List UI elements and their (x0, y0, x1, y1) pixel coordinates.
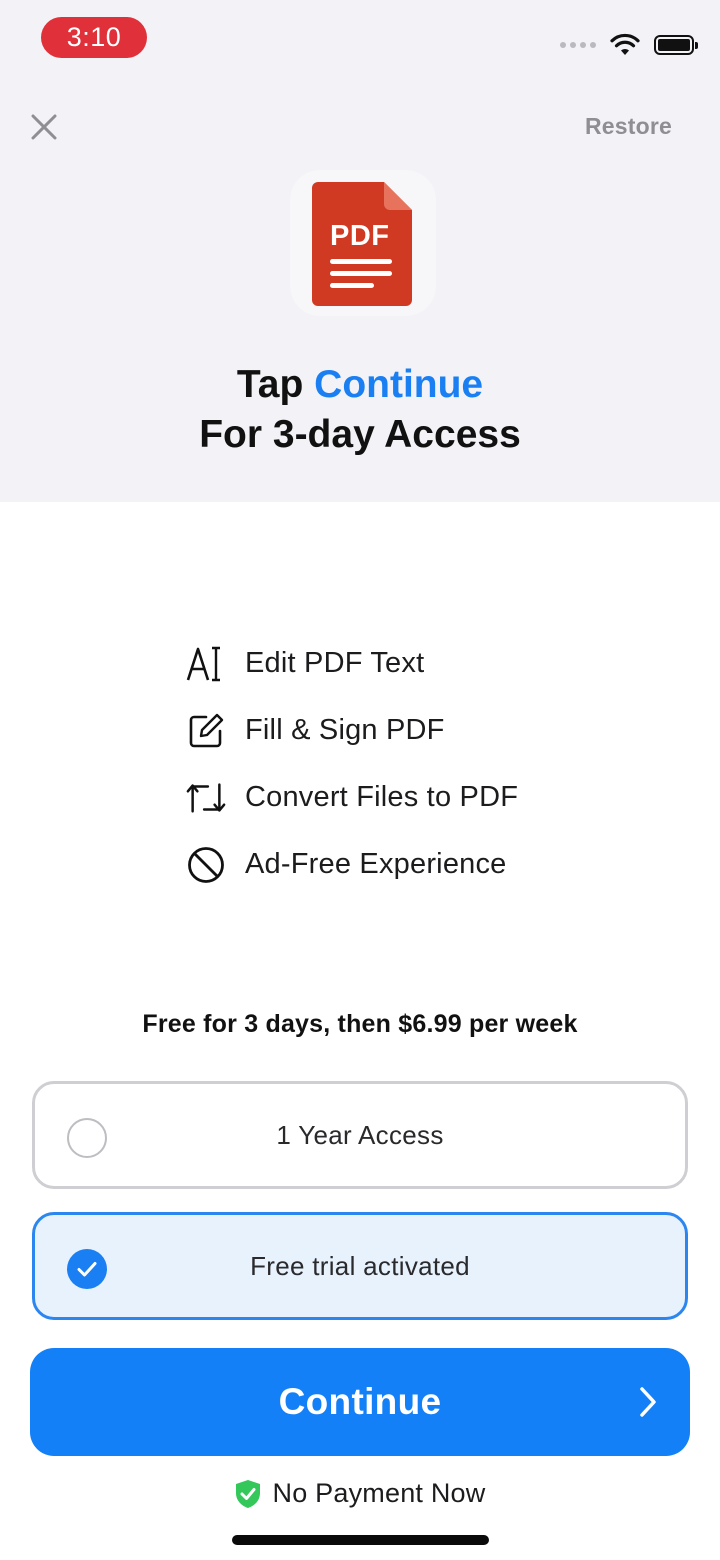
restore-button[interactable]: Restore (585, 113, 672, 140)
feature-item: Fill & Sign PDF (185, 697, 518, 764)
headline-accent: Continue (314, 363, 484, 406)
plan-option-label: Free trial activated (250, 1250, 470, 1281)
feature-label: Edit PDF Text (245, 647, 425, 679)
home-indicator[interactable] (232, 1535, 489, 1545)
feature-item: Ad-Free Experience (185, 831, 518, 898)
no-ads-icon (185, 844, 227, 886)
convert-arrows-icon (185, 777, 227, 819)
close-icon[interactable] (28, 111, 60, 143)
text-cursor-icon (185, 643, 227, 685)
edit-square-icon (185, 710, 227, 752)
headline: Tap Continue For 3-day Access (0, 360, 720, 460)
feature-label: Convert Files to PDF (245, 781, 519, 813)
feature-label: Fill & Sign PDF (245, 714, 445, 746)
headline-prefix: Tap (236, 363, 315, 406)
feature-list: Edit PDF Text Fill & Sign PDF Convert Fi… (185, 630, 518, 898)
pdf-label: PDF (330, 220, 390, 252)
app-icon: PDF (290, 170, 436, 316)
paywall-screen: 3:10 Restore PDF Tap Continue For 3-day … (0, 0, 720, 1560)
plan-option-label: 1 Year Access (276, 1119, 444, 1150)
plan-option-trial[interactable]: Free trial activated (32, 1212, 688, 1320)
status-icons (560, 30, 698, 60)
headline-line-2: For 3-day Access (199, 413, 521, 456)
continue-label: Continue (278, 1381, 442, 1422)
no-payment-label: No Payment Now (272, 1478, 486, 1508)
status-time: 3:10 (41, 17, 147, 58)
no-payment-note: No Payment Now (0, 1478, 720, 1509)
headline-line-1: Tap Continue (0, 360, 720, 410)
feature-item: Edit PDF Text (185, 630, 518, 697)
feature-label: Ad-Free Experience (245, 848, 507, 880)
wifi-icon (610, 33, 640, 55)
plan-option-year[interactable]: 1 Year Access (32, 1081, 688, 1189)
feature-item: Convert Files to PDF (185, 764, 518, 831)
chevron-right-icon (640, 1387, 656, 1417)
continue-button[interactable]: Continue (30, 1348, 690, 1456)
battery-icon (654, 35, 698, 55)
shield-check-icon (235, 1479, 260, 1508)
signal-icon (560, 42, 596, 48)
price-summary: Free for 3 days, then $6.99 per week (142, 1010, 578, 1038)
